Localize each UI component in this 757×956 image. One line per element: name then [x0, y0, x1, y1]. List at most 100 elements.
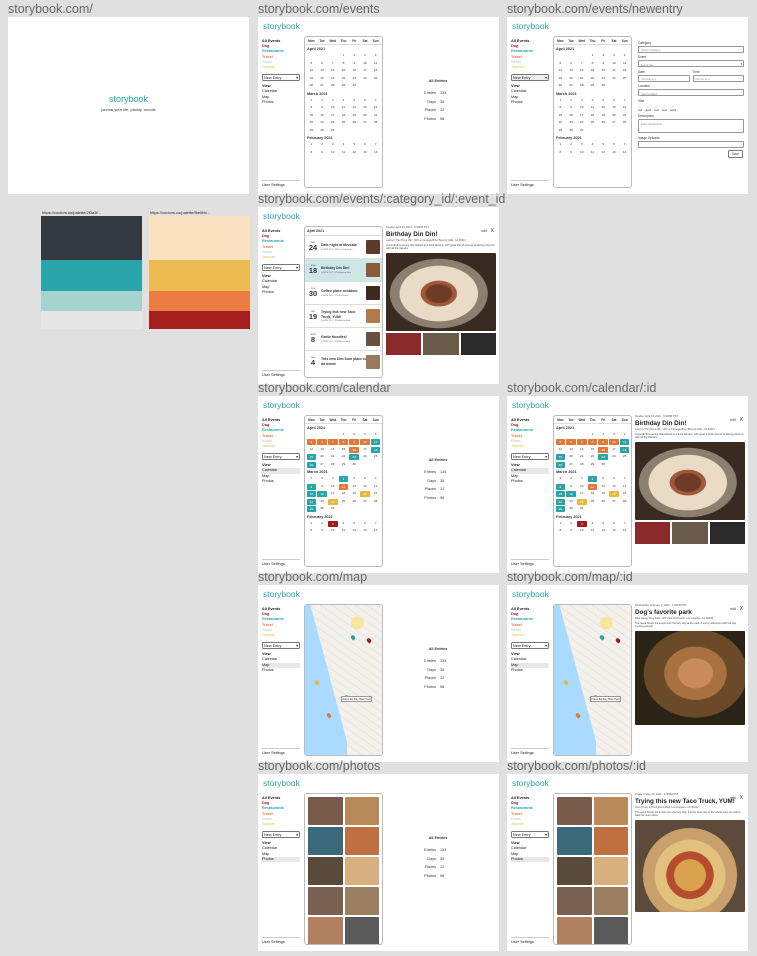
calendar-day[interactable]: 13 — [609, 527, 620, 535]
calendar-day[interactable]: 5 — [349, 97, 360, 105]
calendar-day[interactable]: 8 — [587, 439, 598, 446]
calendar-day[interactable]: 19 — [598, 112, 609, 120]
map-pin-icon[interactable] — [365, 637, 373, 644]
calendar-day[interactable]: 11 — [338, 104, 349, 112]
sidebar-view-photos[interactable]: Photos — [511, 856, 549, 863]
calendar-day[interactable]: 14 — [370, 527, 381, 535]
detail-photo[interactable] — [635, 442, 745, 521]
photo-thumbnail[interactable] — [557, 827, 592, 855]
edit-button[interactable]: edit — [730, 607, 735, 611]
new-entry-dropdown[interactable]: New Entry — [262, 74, 300, 82]
brand-logo[interactable]: storybook — [263, 778, 300, 788]
calendar-day[interactable]: 22 — [587, 75, 598, 83]
calendar-day[interactable]: 21 — [370, 490, 381, 498]
calendar-day[interactable]: 14 — [576, 67, 587, 75]
calendar-day[interactable]: 17 — [360, 446, 371, 454]
calendar-day[interactable]: 1 — [555, 475, 566, 483]
sidebar-view-photos[interactable]: Photos — [511, 668, 549, 673]
photo-thumbnail[interactable] — [344, 857, 379, 885]
uploads-field[interactable] — [638, 140, 744, 148]
calendar-day[interactable]: 10 — [360, 60, 371, 68]
calendar-day[interactable]: 19 — [555, 75, 566, 83]
calendar-day[interactable]: 4 — [370, 431, 381, 439]
calendar-day[interactable]: 11 — [619, 60, 630, 68]
calendar-day[interactable]: 6 — [360, 97, 371, 105]
calendar-day[interactable]: 1 — [306, 520, 317, 528]
new-entry-dropdown[interactable]: New Entry — [511, 831, 549, 839]
calendar-day[interactable]: 27 — [360, 498, 371, 506]
calendar-day[interactable]: 13 — [566, 67, 577, 75]
calendar-day[interactable]: 26 — [555, 82, 566, 90]
close-icon[interactable]: X — [740, 606, 743, 612]
calendar-day[interactable]: 11 — [370, 60, 381, 68]
calendar-day[interactable]: 10 — [327, 527, 338, 535]
description-field[interactable]: Enter description — [638, 119, 744, 133]
calendar-day[interactable]: 7 — [619, 141, 630, 149]
photo-thumbnail[interactable] — [308, 917, 343, 944]
calendar-day[interactable]: 24 — [609, 75, 620, 83]
calendar-day[interactable]: 3 — [576, 97, 587, 105]
calendar-day[interactable]: 10 — [576, 149, 587, 157]
calendar-day[interactable]: 6 — [609, 475, 620, 483]
sidebar-category-journal[interactable]: Journal — [511, 822, 549, 827]
calendar-day[interactable]: 3 — [609, 52, 620, 60]
calendar-day[interactable]: 22 — [306, 498, 317, 505]
calendar-day[interactable]: 17 — [360, 67, 371, 75]
calendar-day[interactable]: 21 — [370, 112, 381, 120]
calendar-day[interactable]: 2 — [317, 520, 328, 528]
calendar-day[interactable]: 3 — [576, 475, 587, 483]
calendar-day[interactable]: 20 — [566, 75, 577, 83]
calendar-day[interactable]: 9 — [317, 104, 328, 112]
calendar-day[interactable]: 24 — [609, 453, 620, 461]
calendar-day[interactable]: 23 — [566, 498, 577, 506]
calendar-day[interactable]: 12 — [598, 527, 609, 535]
calendar-day[interactable]: 21 — [327, 453, 338, 461]
calendar-day[interactable]: 27 — [609, 498, 620, 506]
calendar-day[interactable]: 15 — [338, 67, 349, 75]
calendar-day[interactable]: 26 — [349, 119, 360, 127]
calendar-day[interactable]: 3 — [327, 475, 338, 483]
calendar-day[interactable]: 16 — [598, 446, 608, 453]
calendar-day[interactable]: 8 — [555, 149, 566, 157]
calendar-day[interactable]: 16 — [598, 67, 609, 75]
calendar-day[interactable]: 25 — [338, 119, 349, 127]
calendar-day[interactable]: 2 — [598, 52, 609, 60]
calendar-day[interactable]: 28 — [327, 461, 338, 469]
calendar-day[interactable]: 2 — [317, 475, 328, 483]
calendar-day[interactable]: 10 — [609, 439, 619, 446]
calendar-day[interactable]: 25 — [619, 453, 630, 461]
calendar-day[interactable]: 17 — [327, 490, 338, 498]
calendar-day[interactable]: 22 — [587, 453, 598, 461]
calendar-day[interactable]: 21 — [327, 75, 338, 83]
calendar-day[interactable]: 13 — [360, 483, 371, 491]
calendar-day[interactable]: 30 — [317, 127, 328, 135]
photo-thumbnail[interactable] — [593, 887, 628, 915]
calendar-day[interactable]: 19 — [349, 112, 360, 120]
calendar-day[interactable]: 18 — [370, 67, 381, 75]
photo-thumbnail[interactable] — [593, 797, 628, 825]
calendar-day[interactable]: 14 — [370, 104, 381, 112]
calendar-day[interactable]: 28 — [370, 498, 381, 506]
sidebar-view-photos[interactable]: Photos — [262, 100, 300, 105]
user-settings-link[interactable]: User Settings — [511, 936, 549, 945]
calendar-day[interactable]: 14 — [619, 483, 630, 491]
user-settings-link[interactable]: User Settings — [262, 747, 300, 756]
category-field[interactable]: Select Category — [638, 45, 744, 53]
calendar-day[interactable]: 22 — [338, 75, 349, 83]
calendar-day[interactable]: 12 — [598, 149, 609, 157]
user-settings-link[interactable]: User Settings — [511, 179, 549, 188]
calendar-day[interactable]: 9 — [566, 104, 577, 112]
calendar-day[interactable]: 4 — [587, 520, 598, 528]
map-pin-icon[interactable] — [349, 634, 357, 641]
calendar-day[interactable]: 9 — [317, 149, 328, 157]
calendar-day[interactable]: 24 — [576, 119, 587, 127]
calendar-day[interactable]: 28 — [576, 461, 587, 469]
sidebar-category-journal[interactable]: Journal — [511, 633, 549, 638]
brand-logo[interactable]: storybook — [512, 589, 549, 599]
calendar-day[interactable]: 9 — [598, 439, 608, 446]
calendar-day[interactable]: 8 — [306, 483, 317, 490]
calendar-day[interactable]: 29 — [306, 506, 317, 513]
calendar-day[interactable]: 1 — [555, 141, 566, 149]
photo-thumbnail[interactable] — [557, 887, 592, 915]
sidebar-view-photos[interactable]: Photos — [262, 668, 300, 673]
